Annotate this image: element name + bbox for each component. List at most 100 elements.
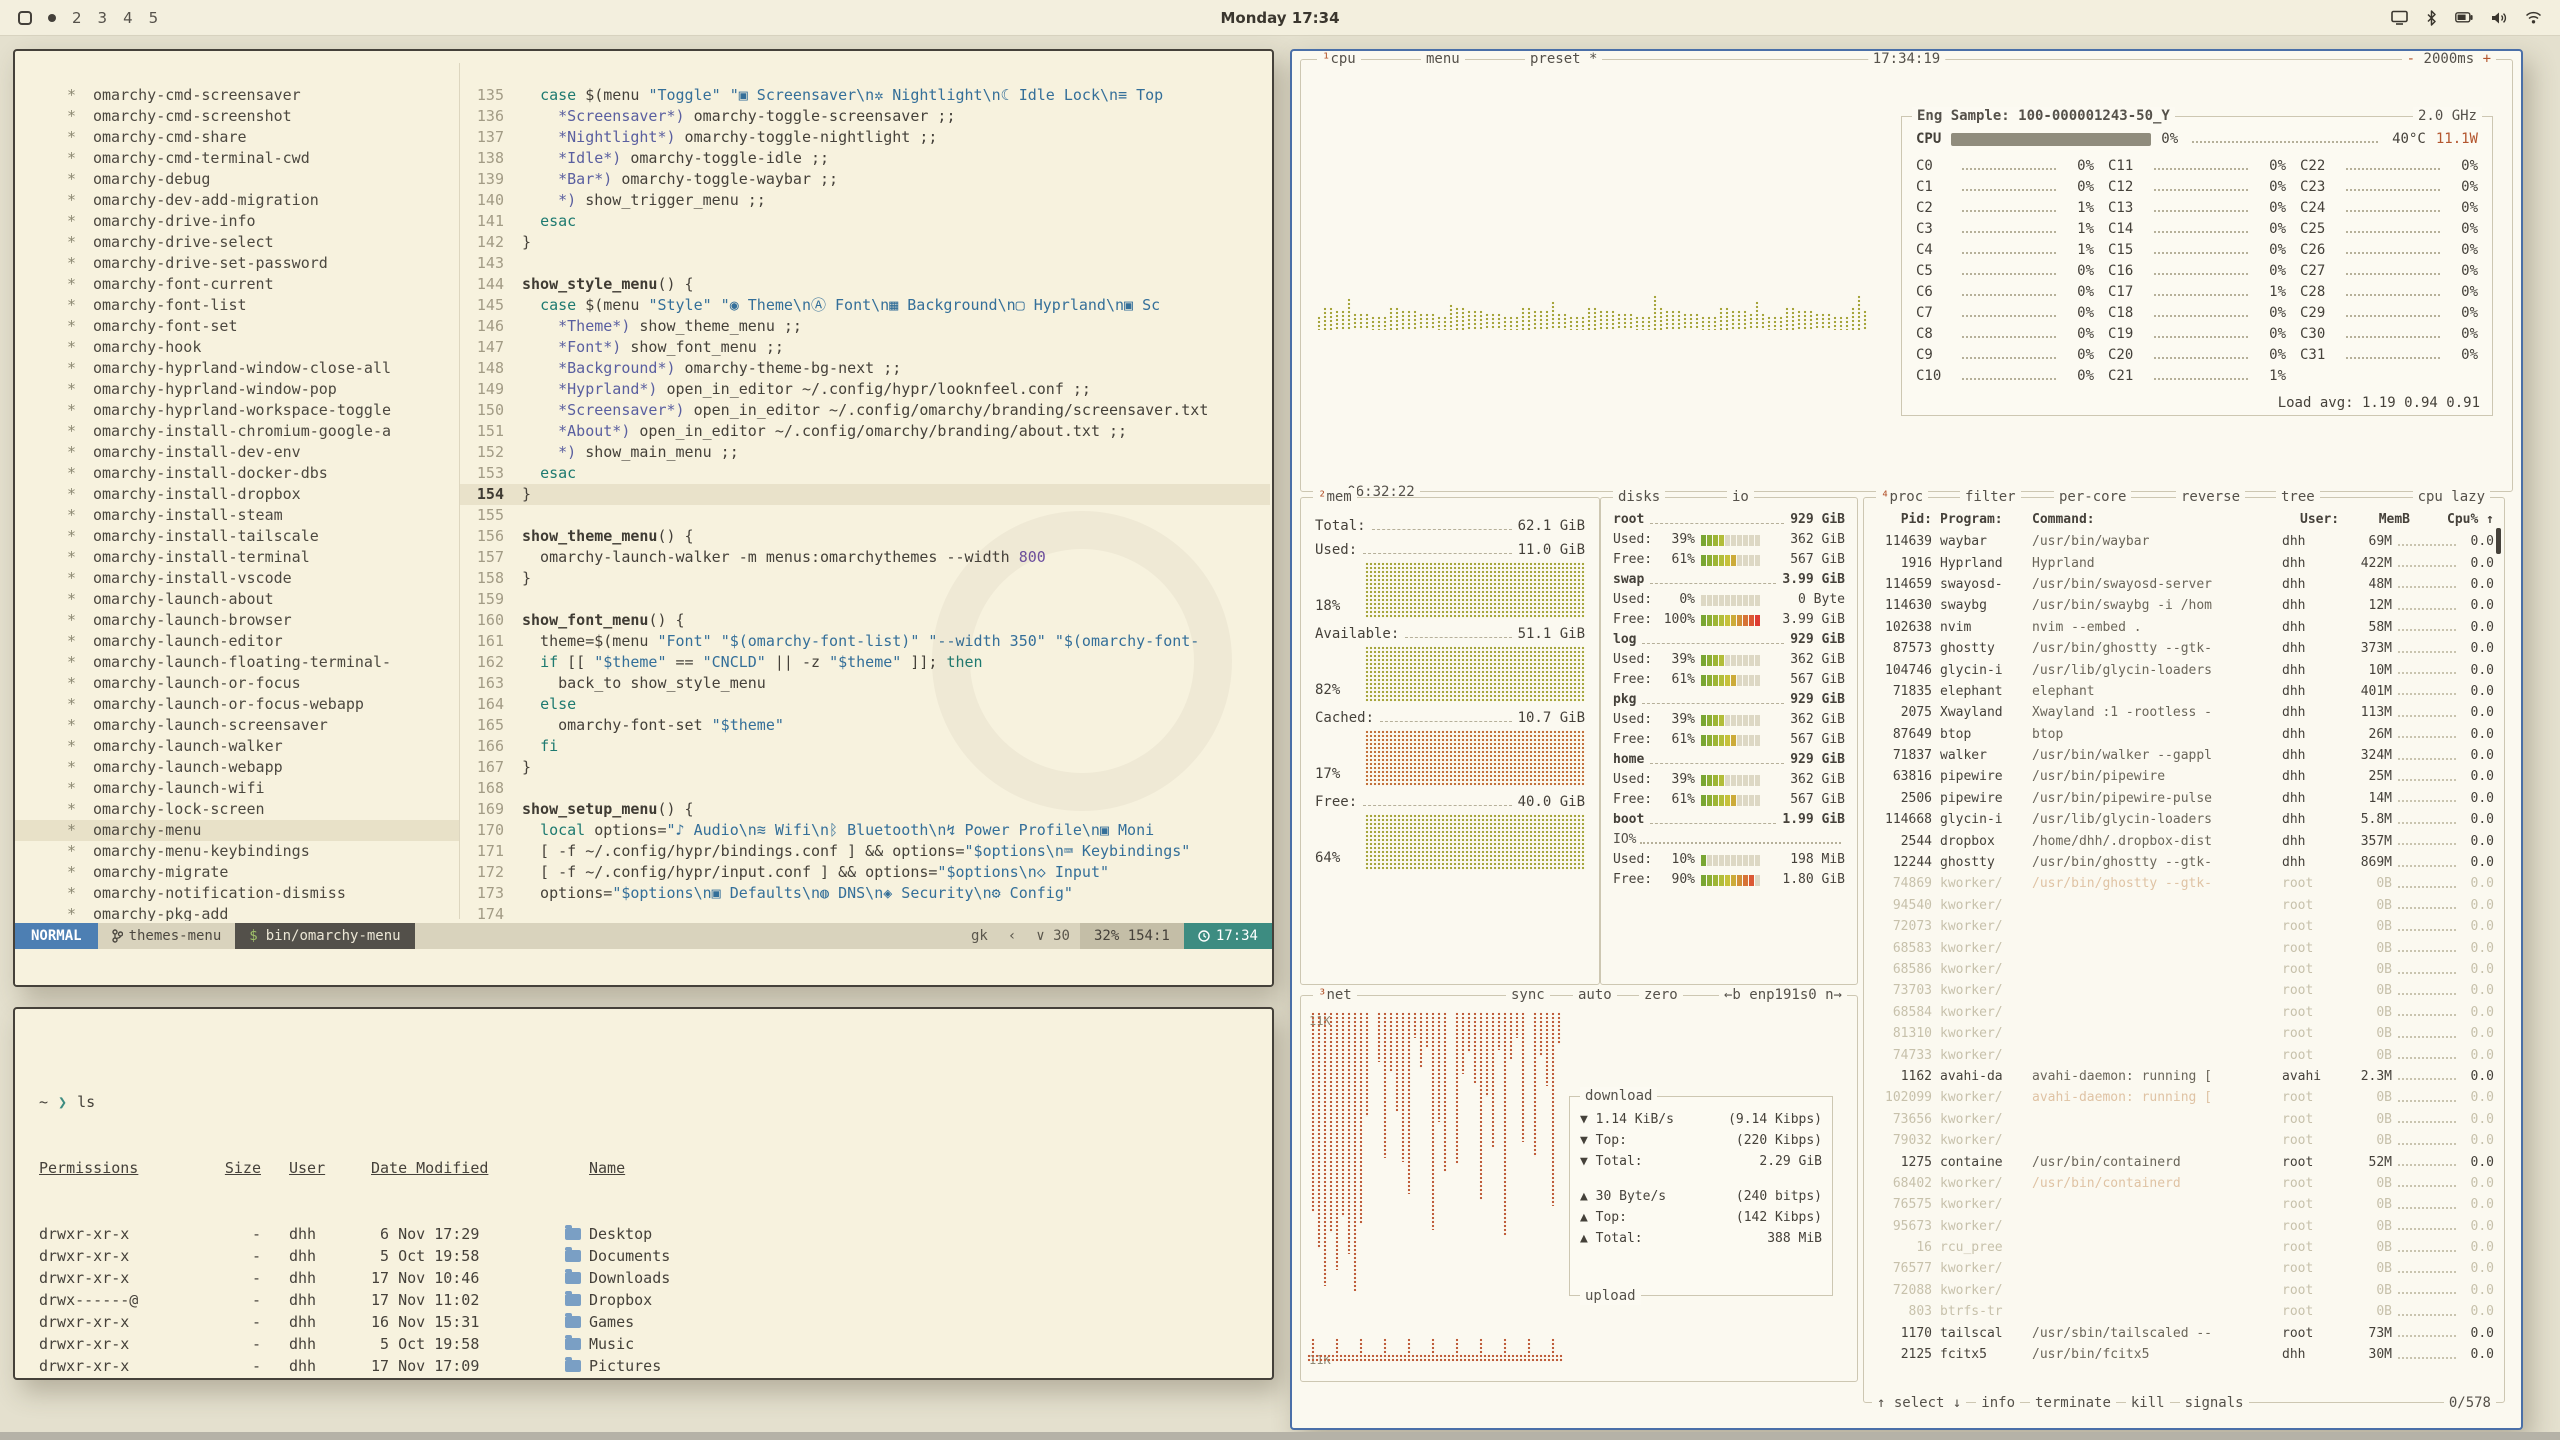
file-row[interactable]: *omarchy-pkg-add (15, 904, 459, 921)
file-row[interactable]: *omarchy-cmd-screenshot (15, 106, 459, 127)
io-toggle[interactable]: io (1727, 488, 1754, 506)
workspace-active-dot[interactable] (48, 14, 56, 22)
process-row[interactable]: 2506pipewire/usr/bin/pipewire-pulsedhh14… (1874, 788, 2494, 809)
col-memb[interactable]: MemB (2358, 512, 2410, 527)
process-row[interactable]: 87649btopbtopdhh26M0.0 (1874, 724, 2494, 745)
file-row[interactable]: *omarchy-install-vscode (15, 568, 459, 589)
process-row[interactable]: 72073kworker/root0B0.0 (1874, 916, 2494, 937)
process-row[interactable]: 76575kworker/root0B0.0 (1874, 1194, 2494, 1215)
file-row[interactable]: *omarchy-font-current (15, 274, 459, 295)
file-row[interactable]: *omarchy-install-docker-dbs (15, 463, 459, 484)
process-row[interactable]: 1162avahi-daavahi-daemon: running [avahi… (1874, 1066, 2494, 1087)
col-user[interactable]: User: (2300, 512, 2358, 527)
net-box-label[interactable]: ³net (1313, 986, 1357, 1004)
file-row[interactable]: *omarchy-install-terminal (15, 547, 459, 568)
workspace-5[interactable]: 5 (149, 9, 159, 27)
process-row[interactable]: 2544dropbox/home/dhh/.dropbox-distdhh357… (1874, 830, 2494, 851)
file-row[interactable]: *omarchy-launch-walker (15, 736, 459, 757)
process-row[interactable]: 73703kworker/root0B0.0 (1874, 980, 2494, 1001)
btop-window[interactable]: ¹cpu menu preset * 17:34:19 - 2000ms + E… (1290, 49, 2523, 1430)
file-row[interactable]: *omarchy-menu-keybindings (15, 841, 459, 862)
process-row[interactable]: 81310kworker/root0B0.0 (1874, 1023, 2494, 1044)
file-row[interactable]: *omarchy-dev-add-migration (15, 190, 459, 211)
process-row[interactable]: 74869kworker//usr/bin/ghostty --gtk-root… (1874, 873, 2494, 894)
file-row[interactable]: *omarchy-install-tailscale (15, 526, 459, 547)
editor-window[interactable]: *omarchy-cmd-screensaver*omarchy-cmd-scr… (13, 49, 1274, 987)
file-row[interactable]: *omarchy-drive-set-password (15, 253, 459, 274)
proc-box-label[interactable]: ⁴proc (1876, 488, 1928, 506)
net-sync-toggle[interactable]: sync (1506, 986, 1550, 1004)
proc-reverse-toggle[interactable]: reverse (2176, 488, 2245, 506)
info-button[interactable]: info (1976, 1394, 2020, 1412)
proc-filter-button[interactable]: filter (1960, 488, 2021, 506)
process-row[interactable]: 79032kworker/root0B0.0 (1874, 1130, 2494, 1151)
file-row[interactable]: *omarchy-font-list (15, 295, 459, 316)
clock[interactable]: Monday 17:34 (1220, 9, 1339, 27)
process-row[interactable]: 71835elephantelephantdhh401M0.0 (1874, 681, 2494, 702)
net-zero-toggle[interactable]: zero (1639, 986, 1683, 1004)
select-keys[interactable]: ↑ select ↓ (1872, 1394, 1966, 1412)
proc-cpu-mode[interactable]: cpu lazy (2413, 488, 2490, 506)
file-row[interactable]: *omarchy-launch-about (15, 589, 459, 610)
file-row[interactable]: *omarchy-install-dropbox (15, 484, 459, 505)
file-row[interactable]: *omarchy-drive-select (15, 232, 459, 253)
process-row[interactable]: 76577kworker/root0B0.0 (1874, 1258, 2494, 1279)
process-row[interactable]: 72088kworker/root0B0.0 (1874, 1280, 2494, 1301)
bluetooth-icon[interactable] (2426, 10, 2437, 26)
refresh-control[interactable]: - 2000ms + (2402, 50, 2496, 68)
file-row[interactable]: *omarchy-notification-dismiss (15, 883, 459, 904)
process-row[interactable]: 2075XwaylandXwayland :1 -rootless -dhh11… (1874, 702, 2494, 723)
process-row[interactable]: 1275containe/usr/bin/containerdroot52M0.… (1874, 1151, 2494, 1172)
file-row[interactable]: *omarchy-hyprland-window-close-all (15, 358, 459, 379)
wifi-icon[interactable] (2525, 11, 2542, 24)
preset-button[interactable]: preset * (1525, 50, 1602, 68)
process-row[interactable]: 68584kworker/root0B0.0 (1874, 1002, 2494, 1023)
battery-icon[interactable] (2455, 12, 2473, 23)
terminate-button[interactable]: terminate (2030, 1394, 2116, 1412)
process-row[interactable]: 114668glycin-i/usr/lib/glycin-loadersdhh… (1874, 809, 2494, 830)
process-row[interactable]: 102099kworker/avahi-daemon: running [roo… (1874, 1087, 2494, 1108)
disks-box-label[interactable]: disks (1613, 488, 1665, 506)
process-row[interactable]: 104746glycin-i/usr/lib/glycin-loadersdhh… (1874, 659, 2494, 680)
file-list[interactable]: *omarchy-cmd-screensaver*omarchy-cmd-scr… (15, 85, 459, 921)
col-pid[interactable]: Pid: (1874, 512, 1940, 527)
workspace-3[interactable]: 3 (98, 9, 108, 27)
file-row[interactable]: *omarchy-launch-or-focus (15, 673, 459, 694)
process-row[interactable]: 114630swaybg/usr/bin/swaybg -i /homdhh12… (1874, 595, 2494, 616)
file-row[interactable]: *omarchy-launch-webapp (15, 757, 459, 778)
omarchy-logo-icon[interactable] (18, 11, 32, 25)
file-row[interactable]: *omarchy-hook (15, 337, 459, 358)
file-row[interactable]: *omarchy-hyprland-window-pop (15, 379, 459, 400)
menu-button[interactable]: menu (1421, 50, 1465, 68)
git-branch[interactable]: themes-menu (98, 923, 236, 949)
proc-tree-toggle[interactable]: tree (2276, 488, 2320, 506)
col-program[interactable]: Program: (1940, 512, 2032, 527)
file-row[interactable]: *omarchy-migrate (15, 862, 459, 883)
process-row[interactable]: 71837walker/usr/bin/walker --gappldhh324… (1874, 745, 2494, 766)
screencast-icon[interactable] (2391, 10, 2408, 25)
cpu-box-label[interactable]: ¹cpu (1317, 50, 1361, 68)
process-row[interactable]: 114639waybar/usr/bin/waybardhh69M0.0 (1874, 531, 2494, 552)
file-row[interactable]: *omarchy-cmd-share (15, 127, 459, 148)
file-row[interactable]: *omarchy-launch-screensaver (15, 715, 459, 736)
file-row[interactable]: *omarchy-menu (15, 820, 459, 841)
process-row[interactable]: 74733kworker/root0B0.0 (1874, 1044, 2494, 1065)
proc-per-core-toggle[interactable]: per-core (2054, 488, 2131, 506)
workspace-4[interactable]: 4 (123, 9, 133, 27)
file-row[interactable]: *omarchy-lock-screen (15, 799, 459, 820)
process-row[interactable]: 1170tailscal/usr/sbin/tailscaled --root7… (1874, 1322, 2494, 1343)
file-row[interactable]: *omarchy-install-dev-env (15, 442, 459, 463)
file-row[interactable]: *omarchy-launch-or-focus-webapp (15, 694, 459, 715)
process-row[interactable]: 102638nvimnvim --embed .dhh58M0.0 (1874, 617, 2494, 638)
file-row[interactable]: *omarchy-launch-floating-terminal- (15, 652, 459, 673)
file-row[interactable]: *omarchy-font-set (15, 316, 459, 337)
process-row[interactable]: 95673kworker/root0B0.0 (1874, 1216, 2494, 1237)
file-row[interactable]: *omarchy-install-chromium-google-a (15, 421, 459, 442)
process-row[interactable]: 68402kworker//usr/bin/containerdroot0B0.… (1874, 1173, 2494, 1194)
file-row[interactable]: *omarchy-install-steam (15, 505, 459, 526)
file-row[interactable]: *omarchy-hyprland-workspace-toggle (15, 400, 459, 421)
col-command[interactable]: Command: (2032, 512, 2300, 527)
process-row[interactable]: 68586kworker/root0B0.0 (1874, 959, 2494, 980)
file-row[interactable]: *omarchy-launch-browser (15, 610, 459, 631)
process-row[interactable]: 73656kworker/root0B0.0 (1874, 1109, 2494, 1130)
